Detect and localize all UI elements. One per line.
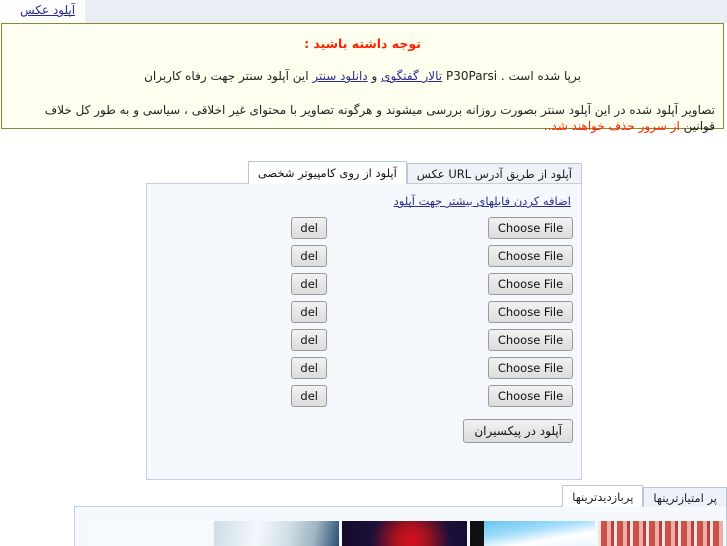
download-center-link[interactable]: دانلود سنتر	[312, 69, 367, 83]
delete-file-button[interactable]: del	[291, 385, 327, 407]
notice-line-1: برپا شده است . P30Parsi تالار گفتگوی و د…	[2, 68, 723, 84]
notice-brand: P30Parsi	[445, 69, 498, 83]
gallery-thumbnail[interactable]	[470, 521, 595, 546]
notice-box: توجه داشته باشید : برپا شده است . P30Par…	[1, 23, 724, 133]
notice-line-2: تصاویر آپلود شده در این آپلود سنتر بصورت…	[2, 102, 723, 134]
add-more-files-row: اضافه کردن فایلهای بیشتر جهت آپلود	[153, 192, 575, 208]
forum-link[interactable]: تالار گفتگوی	[381, 69, 442, 83]
notice-line-1-mid: و	[371, 69, 378, 83]
top-bar-background	[85, 0, 727, 23]
gallery-thumbnail[interactable]	[598, 521, 723, 546]
notice-title: توجه داشته باشید :	[304, 36, 421, 51]
tab-top-rated[interactable]: پر امتیازترینها	[643, 487, 727, 507]
upload-submit-button[interactable]: آپلود در پیکسیران	[463, 419, 573, 443]
notice-line-2-warning: از سرور حذف خواهند شد..	[543, 119, 680, 134]
delete-file-button[interactable]: del	[291, 357, 327, 379]
choose-file-button[interactable]: Choose File	[488, 245, 573, 267]
upload-panel: اضافه کردن فایلهای بیشتر جهت آپلود Choos…	[146, 183, 582, 480]
delete-file-button[interactable]: del	[291, 273, 327, 295]
upload-section: آپلود از طریق آدرس URL عکس آپلود از روی …	[146, 160, 582, 480]
gallery-thumbnail[interactable]	[86, 521, 211, 546]
notice-line-1-before: این آپلود سنتر جهت رفاه کاربران	[144, 69, 309, 83]
file-row: Choose File del	[153, 354, 575, 382]
choose-file-button[interactable]: Choose File	[488, 329, 573, 351]
tab-upload-from-computer[interactable]: آپلود از روی کامپیوتر شخصی	[247, 161, 407, 184]
delete-file-button[interactable]: del	[291, 217, 327, 239]
choose-file-button[interactable]: Choose File	[488, 273, 573, 295]
choose-file-button[interactable]: Choose File	[488, 301, 573, 323]
top-bar: آپلود عکس	[0, 0, 727, 23]
file-row: Choose File del	[153, 270, 575, 298]
gallery-thumbnail[interactable]	[214, 521, 339, 546]
gallery-thumbnails	[74, 506, 727, 546]
delete-file-button[interactable]: del	[291, 301, 327, 323]
gallery-tabs: پر امتیازترینها پربازدیدترینها	[74, 484, 727, 507]
add-more-files-link[interactable]: اضافه کردن فایلهای بیشتر جهت آپلود	[394, 194, 571, 208]
tab-most-viewed[interactable]: پربازدیدترینها	[562, 485, 644, 507]
file-row: Choose File del	[153, 242, 575, 270]
choose-file-button[interactable]: Choose File	[488, 385, 573, 407]
choose-file-button[interactable]: Choose File	[488, 217, 573, 239]
notice-line-1-after: برپا شده است .	[500, 69, 581, 83]
file-row: Choose File del	[153, 326, 575, 354]
upload-image-link[interactable]: آپلود عکس	[20, 3, 75, 17]
file-row: Choose File del	[153, 382, 575, 410]
file-row: Choose File del	[153, 214, 575, 242]
file-row: Choose File del	[153, 298, 575, 326]
gallery-thumbnail[interactable]	[342, 521, 467, 546]
gallery-section: پر امتیازترینها پربازدیدترینها	[74, 484, 727, 546]
tab-upload-by-url[interactable]: آپلود از طریق آدرس URL عکس	[406, 163, 582, 184]
choose-file-button[interactable]: Choose File	[488, 357, 573, 379]
delete-file-button[interactable]: del	[291, 245, 327, 267]
delete-file-button[interactable]: del	[291, 329, 327, 351]
upload-tabs: آپلود از طریق آدرس URL عکس آپلود از روی …	[146, 160, 582, 184]
submit-row: آپلود در پیکسیران	[153, 419, 575, 443]
